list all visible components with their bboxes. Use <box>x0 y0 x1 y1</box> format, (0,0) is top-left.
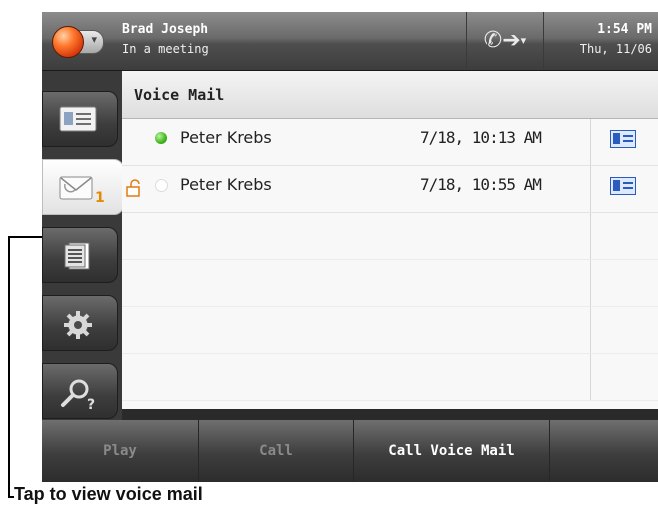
presence-status-icon <box>52 26 84 58</box>
sidebar-item-voicemail[interactable]: 1 <box>42 159 124 215</box>
lock-icon <box>126 179 140 197</box>
chevron-down-icon: ▾ <box>520 34 527 47</box>
message-timestamp: 7/18, 10:13 AM <box>420 128 542 147</box>
phone-screen: ▾ Brad Joseph In a meeting ✆➔▾ 1:54 PM T… <box>42 12 658 482</box>
sidebar-item-settings[interactable] <box>42 295 118 351</box>
callout-line <box>8 236 42 238</box>
gear-icon <box>64 311 92 339</box>
empty-row <box>122 213 658 260</box>
sidebar-item-call-log[interactable] <box>42 227 118 283</box>
svg-text:?: ? <box>87 397 95 410</box>
presence-status-text: In a meeting <box>122 42 209 56</box>
voicemail-envelope-icon <box>59 176 93 200</box>
empty-row <box>122 307 658 354</box>
message-timestamp: 7/18, 10:55 AM <box>420 175 542 194</box>
empty-row <box>122 354 658 401</box>
side-navigation: 1 ? <box>42 71 124 420</box>
caller-name: Peter Krebs <box>180 175 272 194</box>
status-bar: ▾ Brad Joseph In a meeting ✆➔▾ 1:54 PM T… <box>42 12 658 71</box>
chevron-down-icon: ▾ <box>91 33 97 46</box>
call-voice-mail-button[interactable]: Call Voice Mail <box>354 420 550 482</box>
softkey-empty <box>550 420 658 482</box>
sidebar-item-search[interactable]: ? <box>42 363 118 419</box>
call-button[interactable]: Call <box>199 420 354 482</box>
play-button[interactable]: Play <box>42 420 199 482</box>
voicemail-pane: Voice Mail Peter Krebs 7/18, 10:13 AM Pe… <box>122 71 658 420</box>
search-help-icon: ? <box>61 379 95 410</box>
call-forward-button[interactable]: ✆➔▾ <box>466 12 544 70</box>
unread-indicator-icon <box>155 132 167 144</box>
callout-label: Tap to view voice mail <box>14 484 203 504</box>
contact-card-icon[interactable] <box>610 177 636 195</box>
voicemail-item[interactable]: Peter Krebs 7/18, 10:55 AM <box>122 166 658 213</box>
voicemail-list: Peter Krebs 7/18, 10:13 AM Peter Krebs 7… <box>122 119 658 409</box>
presence-button[interactable]: ▾ <box>52 26 104 58</box>
clock-time: 1:54 PM <box>597 22 652 37</box>
unread-count-badge: 1 <box>95 190 105 206</box>
call-log-icon <box>64 242 90 270</box>
voicemail-item[interactable]: Peter Krebs 7/18, 10:13 AM <box>122 119 658 166</box>
sidebar-item-contacts[interactable] <box>42 91 118 147</box>
caller-name: Peter Krebs <box>180 128 272 147</box>
callout-line <box>8 236 10 498</box>
contact-card-icon[interactable] <box>610 130 636 148</box>
read-indicator-icon <box>155 179 168 192</box>
clock-date: Thu, 11/06 <box>579 42 652 56</box>
contact-card-icon <box>59 106 97 132</box>
user-name: Brad Joseph <box>122 22 209 37</box>
call-forward-icon: ✆➔ <box>483 28 521 53</box>
page-title: Voice Mail <box>122 71 658 119</box>
empty-row <box>122 260 658 307</box>
softkey-bar: Play Call Call Voice Mail <box>42 420 658 482</box>
